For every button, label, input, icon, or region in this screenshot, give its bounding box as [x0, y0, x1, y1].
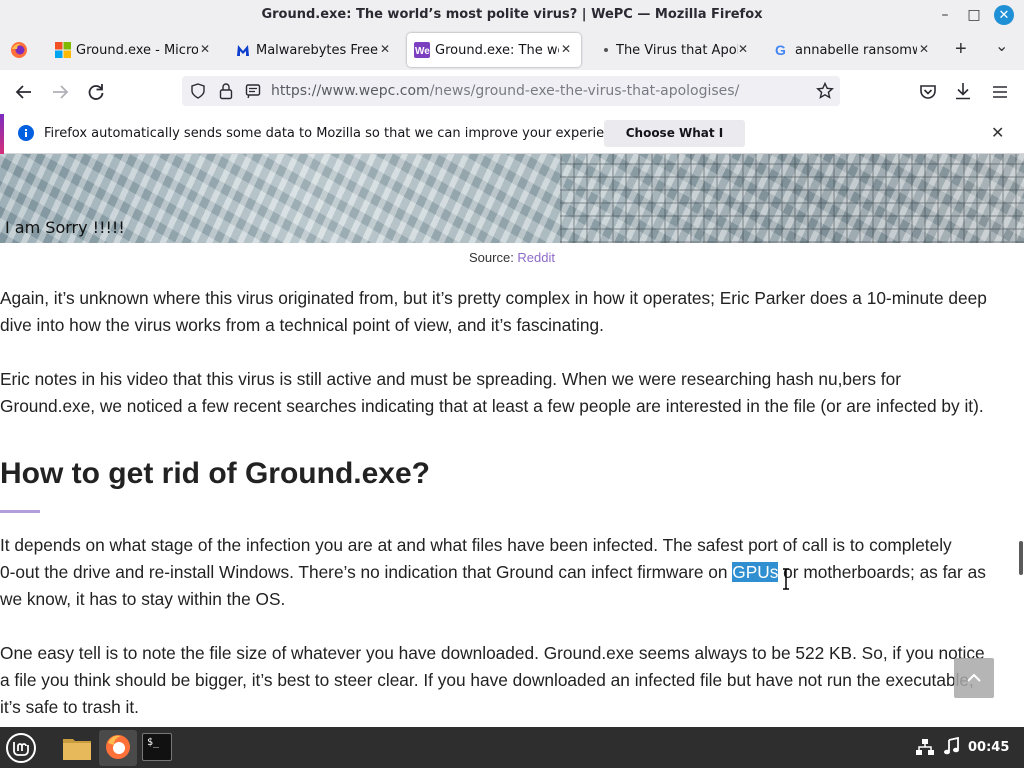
paragraph-line: Again, it’s unknown where this virus ori… — [0, 288, 987, 308]
source-label: Source: — [469, 250, 518, 265]
page-scrollbar-thumb[interactable] — [1019, 541, 1023, 575]
paragraph-line: a file you think should be bigger, it’s … — [0, 670, 974, 690]
dot-icon — [595, 42, 611, 58]
clock[interactable]: 00:45 — [968, 740, 1009, 755]
notification-message: Firefox automatically sends some data to… — [44, 126, 632, 141]
image-source-line: Source: Reddit — [0, 250, 1024, 265]
tab-ground-exe-microsoft[interactable]: Ground.exe - Micros ✕ — [48, 33, 220, 67]
section-heading: How to get rid of Ground.exe? — [0, 457, 430, 490]
tab-label: Malwarebytes Free: — [256, 43, 378, 58]
selected-text: GPUs — [732, 562, 779, 582]
network-icon[interactable] — [916, 738, 934, 756]
tile-pattern — [560, 154, 1024, 243]
tab-close-icon[interactable]: ✕ — [380, 42, 390, 56]
paragraph-line: Eric notes in his video that this virus … — [0, 369, 901, 389]
paragraph-line: It depends on what stage of the infectio… — [0, 535, 952, 555]
tracking-protection-shield-icon[interactable] — [190, 83, 206, 99]
paragraph-line: it’s safe to trash it. — [0, 697, 139, 717]
tab-ground-exe-wepc[interactable]: We Ground.exe: The wo ✕ — [407, 33, 581, 67]
sound-icon[interactable] — [943, 736, 961, 757]
mint-logo-icon — [6, 733, 36, 763]
list-all-tabs-button[interactable]: ⌄ — [995, 36, 1008, 55]
choose-what-i-share-button[interactable]: Choose What I Share — [604, 120, 745, 167]
tab-label: Ground.exe - Micros — [76, 43, 198, 58]
paragraph-line: One easy tell is to note the file size o… — [0, 643, 985, 663]
tab-close-icon[interactable]: ✕ — [200, 42, 210, 56]
reload-icon[interactable] — [85, 81, 107, 103]
info-icon — [18, 125, 34, 141]
back-arrow-icon[interactable] — [13, 81, 35, 103]
notification-accent-stripe — [0, 114, 4, 154]
text-cursor-icon — [782, 568, 790, 590]
wepc-icon: We — [414, 42, 430, 58]
firefox-view-icon[interactable] — [10, 41, 28, 59]
notification-bar: Firefox automatically sends some data to… — [0, 114, 1024, 167]
tab-close-icon[interactable]: ✕ — [738, 42, 748, 56]
new-tab-button[interactable]: + — [955, 38, 967, 61]
paragraph-line: Ground.exe, we noticed a few recent sear… — [0, 396, 984, 416]
tab-close-icon[interactable]: ✕ — [561, 42, 571, 56]
minimize-button[interactable]: – — [935, 5, 955, 25]
lock-icon[interactable] — [219, 82, 233, 100]
address-bar[interactable]: https://www.wepc.com/news/ground-exe-the… — [182, 76, 840, 106]
text-span: 0-out the drive and re-install Windows. … — [0, 562, 733, 582]
url-host: https://www.wepc.com — [271, 83, 430, 99]
paragraph-line: dive into how the virus works from a tec… — [0, 315, 604, 335]
tab-malwarebytes[interactable]: Malwarebytes Free: ✕ — [228, 33, 400, 67]
start-menu-button[interactable] — [5, 732, 37, 764]
tab-close-icon[interactable]: ✕ — [919, 42, 929, 56]
hamburger-menu-icon[interactable] — [990, 82, 1010, 102]
bookmark-star-icon[interactable] — [816, 81, 834, 100]
url-path: /news/ground-exe-the-virus-that-apologis… — [429, 83, 740, 99]
firefox-icon — [106, 735, 130, 759]
url-text[interactable]: https://www.wepc.com/news/ground-exe-the… — [271, 83, 739, 99]
malwarebytes-icon — [235, 42, 251, 58]
firefox-taskbar-button[interactable] — [99, 730, 137, 766]
pocket-icon[interactable] — [918, 82, 938, 102]
paragraph-origin: Again, it’s unknown where this virus ori… — [0, 285, 1024, 339]
paragraph-spreading: Eric notes in his video that this virus … — [0, 366, 1024, 420]
paragraph-file-size: One easy tell is to note the file size o… — [0, 640, 1024, 721]
maximize-button[interactable]: □ — [964, 5, 984, 25]
tab-annabelle-ransomware[interactable]: G annabelle ransomwa ✕ — [767, 33, 939, 67]
tab-label: Ground.exe: The wo — [435, 43, 559, 58]
close-window-button[interactable]: ✕ — [994, 5, 1014, 25]
window-titlebar: Ground.exe: The world’s most polite viru… — [0, 0, 1024, 30]
window-title: Ground.exe: The world’s most polite viru… — [261, 7, 763, 22]
downloads-icon[interactable] — [953, 81, 973, 101]
google-icon: G — [774, 42, 790, 58]
page-info-icon[interactable] — [245, 83, 261, 99]
source-link[interactable]: Reddit — [517, 250, 555, 265]
tab-label: annabelle ransomwa — [795, 43, 917, 58]
close-notification-icon[interactable]: ✕ — [991, 123, 1004, 142]
paragraph-line: 0-out the drive and re-install Windows. … — [0, 559, 1024, 586]
taskbar: $_ 00:45 — [0, 727, 1024, 768]
tab-virus-that-apologises[interactable]: The Virus that Apolo ✕ — [588, 33, 760, 67]
svg-text:G: G — [775, 42, 786, 58]
image-caption-text: I am Sorry !!!!! — [5, 218, 125, 237]
scroll-to-top-button[interactable] — [954, 658, 994, 698]
chevron-up-icon — [967, 673, 981, 682]
microsoft-logo-icon — [55, 42, 71, 58]
tab-strip: Ground.exe - Micros ✕ Malwarebytes Free:… — [0, 30, 1024, 70]
terminal-icon[interactable]: $_ — [142, 733, 172, 761]
svg-text:We: We — [415, 46, 430, 57]
navigation-toolbar: https://www.wepc.com/news/ground-exe-the… — [0, 70, 1024, 115]
heading-underline — [0, 510, 40, 513]
text-span: or motherboards; as far as — [778, 562, 986, 582]
tab-label: The Virus that Apolo — [616, 43, 738, 58]
file-manager-icon[interactable] — [61, 733, 93, 763]
paragraph-line: we know, it has to stay within the OS. — [0, 589, 286, 609]
terminal-prompt: $_ — [147, 737, 160, 748]
forward-arrow-icon[interactable] — [49, 81, 71, 103]
paragraph-removal: It depends on what stage of the infectio… — [0, 532, 1024, 613]
article-hero-image: I am Sorry !!!!! — [0, 154, 1024, 243]
